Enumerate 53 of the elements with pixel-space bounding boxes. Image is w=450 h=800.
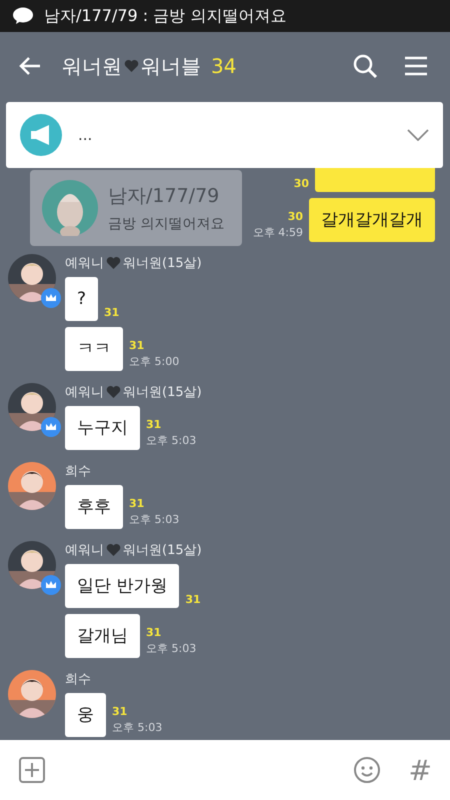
unread-count: 31	[104, 306, 120, 319]
member-count: 34	[211, 54, 236, 78]
unread-count: 31	[146, 626, 162, 639]
unread-count: 31	[129, 497, 144, 510]
message-time: 오후 4:59	[252, 225, 303, 240]
chat-title: 워너블	[141, 52, 201, 80]
message-bubble: 갈개갈개갈개	[309, 198, 435, 242]
search-icon	[352, 53, 378, 79]
notice-text: ...	[78, 126, 94, 144]
message-bubble: 웅	[65, 693, 106, 737]
sender-name: 워너원(15살)	[123, 542, 202, 559]
unread-count: 31	[112, 705, 128, 718]
message-time: 오후 5:03	[129, 512, 180, 527]
unread-count: 31	[185, 593, 201, 606]
unread-count: 31	[146, 418, 162, 431]
message-bubble: 누구지	[65, 406, 140, 450]
message-time: 오후 5:03	[146, 641, 196, 656]
talk-icon	[12, 7, 34, 25]
message-time: 오후 5:03	[112, 720, 162, 735]
message-popup[interactable]: 남자/177/79 금방 의지떨어져요	[30, 170, 242, 246]
message-bubble: ㅋㅋ	[65, 327, 123, 371]
megaphone-icon	[20, 114, 62, 156]
sender-name: 예워니	[65, 255, 104, 272]
message-bubble: 후후	[65, 485, 123, 529]
message-bubble: 일단 반가웡	[65, 564, 180, 608]
smiley-icon	[352, 756, 381, 784]
heart-icon	[106, 543, 121, 557]
notice-banner[interactable]: ...	[6, 102, 443, 168]
heart-icon	[106, 385, 121, 399]
sender-name: 희수	[65, 463, 91, 480]
heart-icon	[124, 59, 139, 73]
chat-title: 워너원	[62, 52, 122, 80]
message-time: 오후 5:03	[146, 433, 196, 448]
message-time: 오후 5:00	[129, 354, 180, 369]
sender-name: 워너원(15살)	[123, 384, 202, 401]
unread-count: 30	[288, 210, 303, 223]
popup-sender: 남자/177/79	[108, 184, 220, 209]
popup-message: 금방 의지떨어져요	[108, 215, 224, 233]
sender-name: 예워니	[65, 542, 104, 559]
menu-icon	[404, 55, 428, 77]
hashtag-button[interactable]: #	[402, 754, 438, 786]
sender-name: 예워니	[65, 384, 104, 401]
sender-name: 희수	[65, 671, 91, 688]
heart-icon	[106, 256, 121, 270]
plus-icon	[18, 756, 46, 784]
unread-count: 30	[294, 177, 309, 190]
sender-name: 워너원(15살)	[123, 255, 202, 272]
chevron-down-icon[interactable]	[407, 129, 429, 141]
notification-text: 남자/177/79 : 금방 의지떨어져요	[44, 6, 286, 26]
message-bubble: ?	[65, 277, 98, 321]
message-bubble: 갈개님	[65, 614, 140, 658]
back-arrow-icon	[18, 55, 42, 77]
unread-count: 31	[129, 339, 144, 352]
